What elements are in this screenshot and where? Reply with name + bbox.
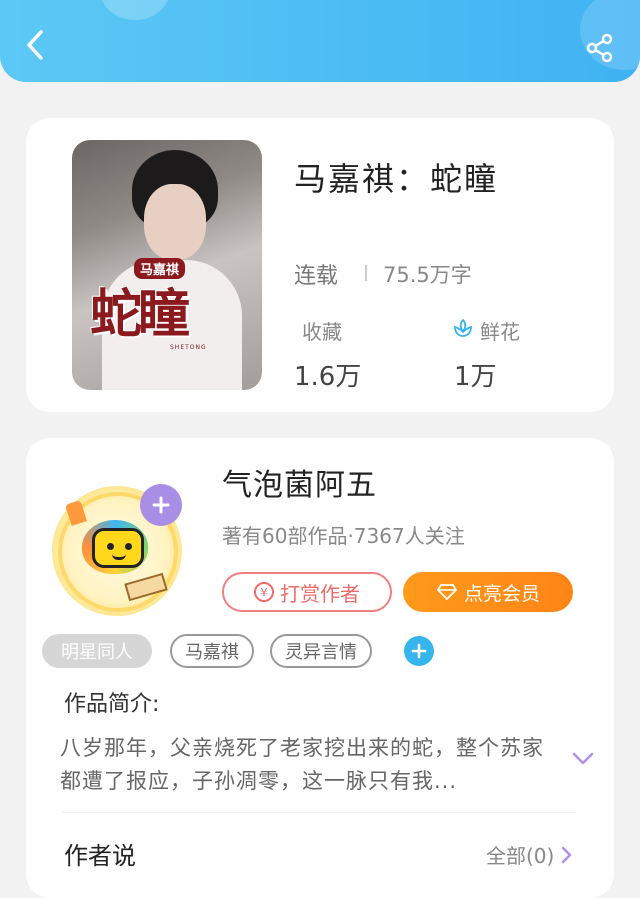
- intro-text: 八岁那年，父亲烧死了老家挖出来的蛇，整个苏家都遭了报应，子孙凋零，这一脉只有我.…: [60, 736, 544, 793]
- avatar-mouth: [112, 554, 126, 560]
- top-header: [0, 0, 640, 82]
- activate-vip-label: 点亮会员: [463, 582, 540, 605]
- author-says-all-link[interactable]: 全部(0): [486, 840, 572, 869]
- share-icon: [586, 33, 613, 63]
- add-tag-button[interactable]: [404, 636, 434, 666]
- share-button[interactable]: [580, 28, 620, 68]
- book-title: 马嘉祺：蛇瞳: [294, 160, 499, 198]
- avatar-eye: [107, 543, 114, 550]
- intro-heading: 作品简介:: [64, 692, 160, 717]
- yen-icon: ¥: [254, 582, 274, 602]
- author-meta: 著有60部作品·7367人关注: [222, 524, 465, 548]
- tip-author-button[interactable]: ¥ 打赏作者: [222, 572, 392, 612]
- author-says-heading: 作者说: [64, 842, 136, 870]
- avatar-eye: [125, 543, 132, 550]
- tag-chip[interactable]: 灵异言情: [270, 634, 372, 668]
- follow-author-button[interactable]: [140, 484, 182, 526]
- favorites-label: 收藏: [302, 320, 342, 344]
- author-says-all-label: 全部(0): [486, 844, 555, 868]
- tag-chip[interactable]: 明星同人: [42, 634, 152, 668]
- flower-icon: [454, 318, 472, 337]
- tip-author-label: 打赏作者: [280, 581, 360, 606]
- tag-chip[interactable]: 马嘉祺: [170, 634, 254, 668]
- book-cover[interactable]: 马嘉祺 蛇瞳 SHETONG: [72, 140, 262, 390]
- section-divider: [62, 812, 576, 813]
- meta-divider: [365, 265, 367, 281]
- chevron-down-icon[interactable]: [570, 748, 596, 768]
- cover-title-art: 蛇瞳: [90, 284, 190, 345]
- flowers-value: 1万: [454, 362, 497, 392]
- author-name[interactable]: 气泡菌阿五: [222, 460, 377, 504]
- plus-icon: [411, 643, 427, 659]
- diamond-icon: [437, 584, 457, 600]
- word-count: 75.5万字: [383, 263, 472, 287]
- flowers-label: 鲜花: [480, 320, 520, 344]
- book-info-card: 马嘉祺 蛇瞳 SHETONG 马嘉祺：蛇瞳 连载 75.5万字 收藏 1.6万 …: [26, 118, 614, 412]
- header-decor-bubble: [100, 0, 170, 20]
- chevron-right-icon: [562, 846, 572, 863]
- activate-vip-button[interactable]: 点亮会员: [403, 572, 573, 612]
- author-card: 气泡菌阿五 著有60部作品·7367人关注 ¥ 打赏作者 点亮会员 明星同人 马…: [26, 438, 614, 898]
- chevron-left-icon: [27, 30, 43, 60]
- cover-figure-face: [144, 184, 206, 260]
- favorites-value: 1.6万: [294, 362, 362, 392]
- chat-bubble-face-icon: [92, 528, 144, 568]
- plus-icon: [152, 496, 170, 514]
- back-button[interactable]: [18, 28, 52, 62]
- cover-subtitle: SHETONG: [170, 344, 207, 351]
- serial-status: 连载: [294, 264, 339, 289]
